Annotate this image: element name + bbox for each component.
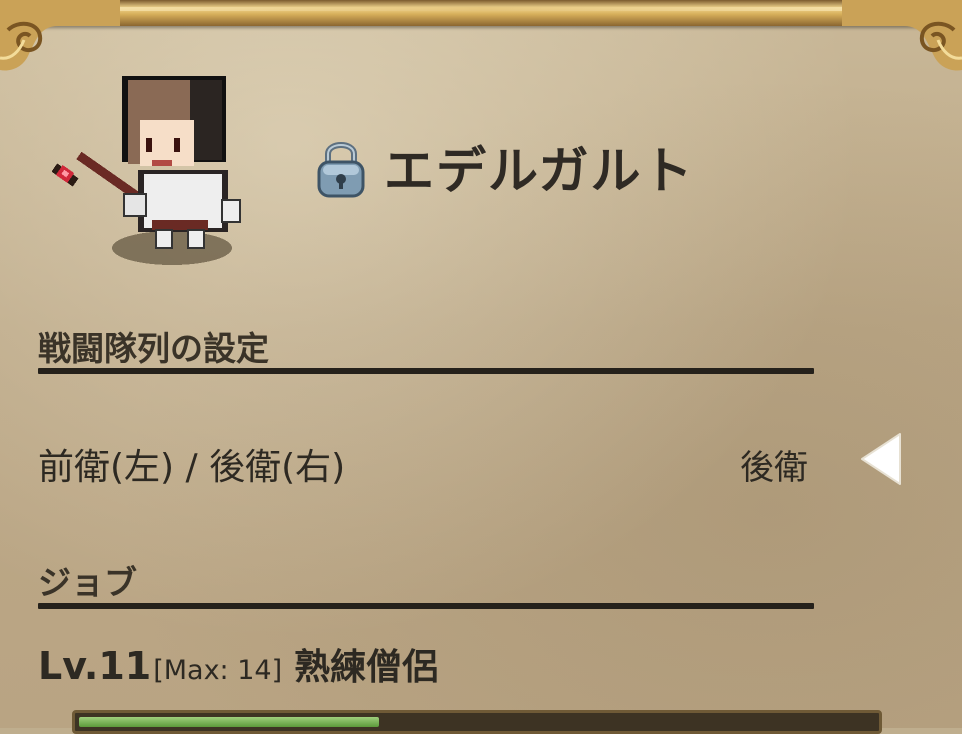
padlock-icon[interactable] <box>316 136 366 198</box>
job-exp-bar-fill <box>79 717 379 727</box>
job-info: Lv.11 [Max: 14] 熟練僧侶 <box>38 638 438 690</box>
formation-toggle-arrow-icon[interactable] <box>856 430 906 488</box>
ornament-corner-right <box>842 0 962 71</box>
job-section-title: ジョブ <box>38 563 137 602</box>
formation-section-title: 戦闘隊列の設定 <box>38 329 269 368</box>
job-level: Lv.11 <box>38 644 152 688</box>
status-panel: エデルガルト 戦闘隊列の設定 前衛(左) / 後衛(右) 後衛 ジョブ Lv.1… <box>0 0 962 734</box>
job-max-level: [Max: 14] <box>153 655 283 686</box>
job-divider <box>38 603 814 609</box>
character-sprite <box>52 76 241 265</box>
character-title-row: エデルガルト <box>316 132 695 202</box>
job-exp-bar <box>72 710 882 734</box>
formation-divider <box>38 368 814 374</box>
job-name: 熟練僧侶 <box>294 647 439 688</box>
character-name: エデルガルト <box>384 142 695 200</box>
formation-setting-label: 前衛(左) / 後衛(右) <box>38 447 346 488</box>
panel-frame-top <box>0 0 962 26</box>
formation-setting-value: 後衛 <box>740 448 808 488</box>
ornament-corner-left <box>0 0 120 71</box>
